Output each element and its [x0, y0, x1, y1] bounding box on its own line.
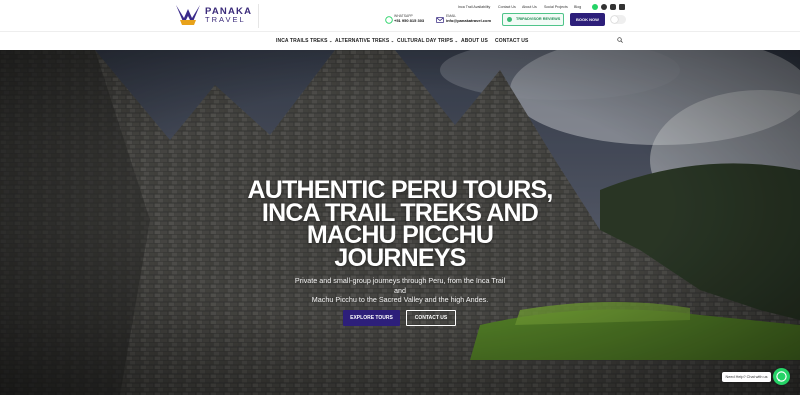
top-link-inca-trail-availability[interactable]: Inca Trail Availability [458, 5, 490, 9]
chevron-down-icon: ⌄ [390, 38, 395, 43]
whatsapp-chat-button[interactable] [773, 368, 790, 385]
email-contact[interactable]: EMAIL info@panakatravel.com [446, 14, 491, 23]
instagram-icon[interactable] [610, 4, 616, 10]
whatsapp-icon[interactable] [592, 4, 598, 10]
explore-tours-button[interactable]: EXPLORE TOURS [343, 310, 400, 326]
nav-about-us[interactable]: ABOUT US [461, 38, 488, 44]
hero-subtitle: Private and small-group journeys through… [294, 276, 506, 304]
top-link-about-us[interactable]: About Us [522, 5, 537, 9]
chevron-down-icon: ⌄ [329, 38, 333, 43]
hero-title: AUTHENTIC PERU TOURS, INCA TRAIL TREKS A… [247, 176, 554, 272]
top-link-contact-us[interactable]: Contact Us [498, 5, 516, 9]
divider [258, 4, 259, 28]
nav-cultural-day-trips[interactable]: CULTURAL DAY TRIPS ⌄ [397, 38, 458, 44]
top-link-blog[interactable]: Blog [574, 5, 581, 9]
whatsapp-icon [776, 371, 787, 382]
nav-alternative-treks[interactable]: ALTERNATIVE TREKS ⌄ [335, 38, 394, 44]
nav-inca-trails-treks[interactable]: INCA TRAILS TREKS ⌄ [276, 38, 332, 44]
top-link-social-projects[interactable]: Social Projects [544, 5, 568, 9]
chevron-down-icon: ⌄ [454, 38, 459, 43]
tripadvisor-icon [507, 17, 512, 22]
tiktok-icon[interactable] [619, 4, 625, 10]
tripadvisor-reviews-button[interactable]: TRIPADVISOR REVIEWS [502, 13, 564, 26]
hero-section: AUTHENTIC PERU TOURS, INCA TRAIL TREKS A… [0, 50, 800, 395]
email-address: info@panakatravel.com [446, 17, 492, 23]
whatsapp-number: +51 950 815 303 [394, 17, 425, 23]
main-nav: INCA TRAILS TREKS ⌄ ALTERNATIVE TREKS ⌄ CU… [0, 31, 800, 50]
brand-sub: TRAVEL [205, 15, 246, 24]
chat-help-bubble[interactable]: Need Help? Chat with us [722, 372, 771, 382]
toggle-knob [611, 16, 618, 23]
reviews-label: TRIPADVISOR REVIEWS [516, 17, 561, 21]
facebook-icon[interactable] [601, 4, 607, 10]
hero-contact-button[interactable]: CONTACT US [406, 310, 456, 326]
site-header: PANAKA TRAVEL Inca Trail Availability Co… [0, 0, 800, 31]
book-now-button[interactable]: BOOK NOW [570, 13, 605, 26]
logo-mark-icon [176, 5, 200, 25]
theme-toggle[interactable] [610, 15, 626, 24]
whatsapp-contact-icon [385, 16, 393, 24]
email-icon [436, 17, 444, 23]
nav-contact-us[interactable]: CONTACT US [495, 38, 528, 44]
whatsapp-contact[interactable]: WHATSAPP +51 950 815 303 [394, 14, 424, 23]
search-icon[interactable] [617, 37, 623, 43]
